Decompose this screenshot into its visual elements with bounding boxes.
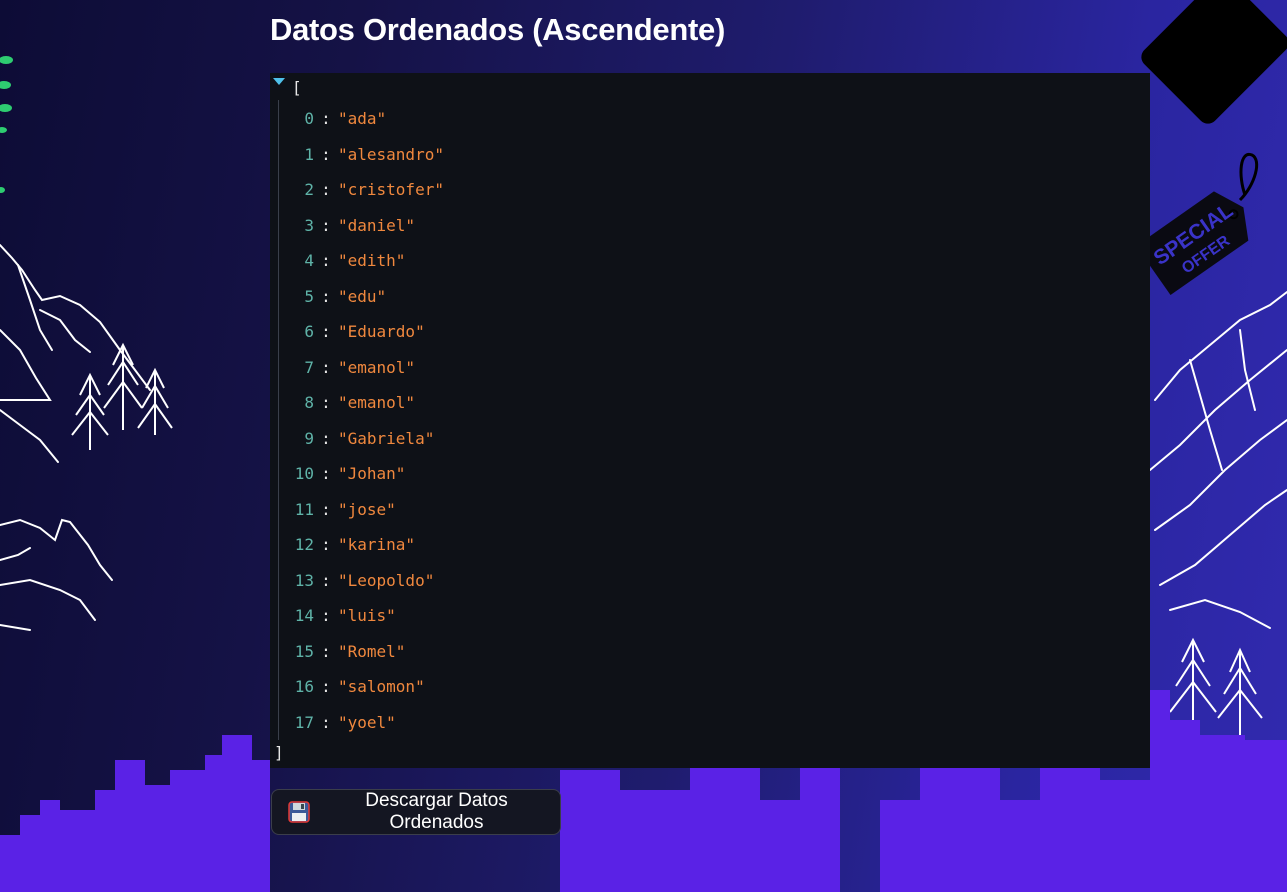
left-mountains-illustration	[0, 244, 151, 631]
json-item-value: "luis"	[338, 606, 396, 625]
json-item-colon: :	[321, 464, 331, 483]
json-item-value: "Eduardo"	[338, 322, 425, 341]
json-item-row: 3: "daniel"	[270, 214, 415, 244]
json-item-colon: :	[321, 144, 331, 164]
json-item-index: 11	[294, 499, 314, 519]
json-item-colon: :	[321, 641, 331, 661]
json-viewer: [ 0: "ada" 1: "alesandro" 2: "cristofer" 3: "da…	[270, 73, 1150, 768]
json-item-row: 16: "salomon"	[270, 675, 425, 705]
json-item-value: "Romel"	[338, 641, 406, 661]
json-item-row: 2: "cristofer"	[270, 178, 444, 208]
json-item-row: 9: "Gabriela"	[270, 427, 434, 457]
json-item-index: 12	[294, 535, 314, 554]
json-item-index: 7	[304, 357, 314, 377]
json-item-colon: :	[321, 428, 331, 448]
collapse-toggle-icon[interactable]	[273, 78, 285, 85]
json-item-colon: :	[321, 712, 331, 732]
json-item-colon: :	[321, 393, 331, 412]
json-item-value: "cristofer"	[338, 180, 444, 199]
json-item-colon: :	[321, 535, 331, 554]
json-item-index: 1	[304, 144, 314, 164]
json-item-value: "salomon"	[338, 677, 425, 696]
json-item-value: "edith"	[338, 251, 406, 270]
json-item-index: 2	[304, 180, 314, 199]
json-item-row: 8: "emanol"	[270, 391, 415, 421]
json-item-row: 4: "edith"	[270, 249, 405, 279]
json-item-colon: :	[321, 570, 331, 590]
json-item-value: "emanol"	[338, 357, 416, 377]
json-item-colon: :	[321, 357, 331, 377]
json-item-row: 11: "jose"	[270, 498, 396, 528]
json-item-index: 6	[304, 322, 314, 341]
json-item-index: 9	[304, 428, 314, 448]
json-item-colon: :	[321, 251, 331, 270]
json-item-index: 13	[294, 570, 314, 590]
json-item-value: "jose"	[338, 499, 396, 519]
json-item-row: 14: "luis"	[270, 604, 396, 634]
json-item-index: 17	[294, 712, 314, 732]
json-item-row: 6: "Eduardo"	[270, 320, 425, 350]
right-mountains-illustration	[1149, 291, 1287, 629]
json-item-value: "daniel"	[338, 215, 416, 235]
json-item-colon: :	[321, 677, 331, 696]
json-item-index: 4	[304, 251, 314, 270]
json-item-index: 10	[294, 464, 314, 483]
json-item-row: 17: "yoel"	[270, 711, 396, 741]
json-item-row: 15: "Romel"	[270, 640, 406, 670]
json-item-index: 14	[294, 606, 314, 625]
json-item-value: "emanol"	[338, 393, 416, 412]
json-item-row: 0: "ada"	[270, 107, 386, 137]
json-item-index: 5	[304, 286, 314, 306]
json-item-index: 15	[294, 641, 314, 661]
json-item-row: 5: "edu"	[270, 285, 386, 315]
json-open-bracket: [	[292, 78, 302, 97]
json-item-row: 10: "Johan"	[270, 462, 406, 492]
json-item-colon: :	[321, 215, 331, 235]
json-item-index: 16	[294, 677, 314, 696]
json-item-value: "Leopoldo"	[338, 570, 435, 590]
json-item-value: "yoel"	[338, 712, 396, 732]
json-item-value: "Gabriela"	[338, 428, 435, 448]
json-item-row: 12: "karina"	[270, 533, 415, 563]
json-item-value: "karina"	[338, 535, 416, 554]
json-item-colon: :	[321, 499, 331, 519]
json-item-value: "edu"	[338, 286, 387, 306]
json-item-value: "ada"	[338, 109, 387, 128]
page-title: Datos Ordenados (Ascendente)	[270, 12, 725, 47]
download-button-label: Descargar Datos Ordenados	[365, 790, 508, 833]
json-item-row: 1: "alesandro"	[270, 143, 444, 173]
price-tag-illustration	[1141, 0, 1287, 124]
json-item-row: 13: "Leopoldo"	[270, 569, 435, 599]
json-item-row: 7: "emanol"	[270, 356, 415, 386]
json-item-colon: :	[321, 180, 331, 199]
json-item-colon: :	[321, 322, 331, 341]
json-close-bracket: ]	[274, 743, 284, 762]
json-item-value: "alesandro"	[338, 144, 444, 164]
json-item-index: 0	[304, 109, 314, 128]
json-item-colon: :	[321, 286, 331, 306]
floppy-disk-icon	[288, 801, 310, 823]
json-item-value: "Johan"	[338, 464, 406, 483]
json-item-index: 3	[304, 215, 314, 235]
json-item-colon: :	[321, 109, 331, 128]
left-trees-illustration	[71, 342, 173, 450]
leaves-illustration	[0, 56, 13, 193]
json-item-colon: :	[321, 606, 331, 625]
download-button[interactable]: Descargar Datos Ordenados	[271, 789, 561, 835]
json-item-index: 8	[304, 393, 314, 412]
